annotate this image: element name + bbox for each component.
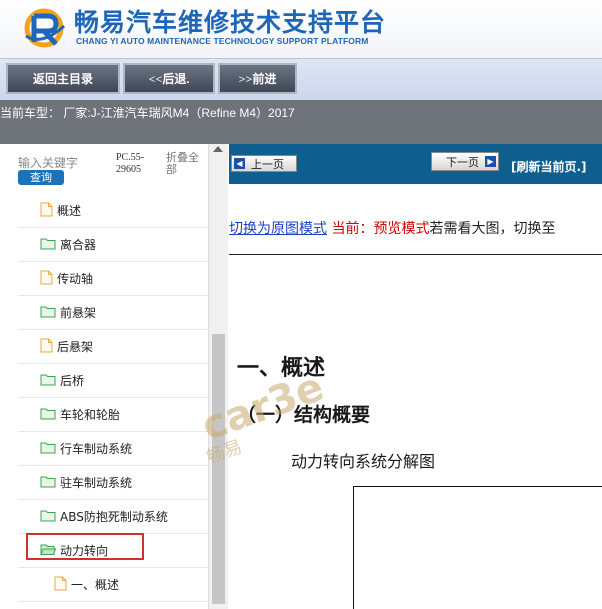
folder-icon (40, 441, 56, 457)
logo-icon (24, 8, 66, 48)
tree-item-label: 概述 (57, 204, 82, 218)
mode-note-text: 若需看大图，切换至 (429, 221, 556, 237)
tree-item-label: 车轮和轮胎 (60, 408, 121, 422)
folder-icon (40, 509, 56, 525)
folder-icon (40, 407, 56, 423)
current-mode-text: 当前：预览模式 (331, 221, 430, 237)
app-header: 畅易汽车维修技术支持平台 CHANG YI AUTO MAINTENANCE T… (0, 0, 602, 58)
folder-icon (40, 373, 56, 389)
toolbar: 返回主目录 <<后退. >>前进 (0, 58, 602, 100)
refresh-page-link[interactable]: [刷新当前页.] (511, 158, 587, 175)
current-vehicle-bar: 当前车型： 厂家:J-江淮汽车瑞风M4（Refine M4）2017 (0, 100, 602, 144)
scroll-up-icon[interactable] (213, 146, 223, 152)
page-nav-bar: ◀ 上一页 下一页 ▶ [刷新当前页.] (229, 144, 602, 184)
folder-icon (40, 475, 56, 491)
current-vehicle-text: 当前车型： 厂家:J-江淮汽车瑞风M4（Refine M4）2017 (0, 106, 295, 120)
tree-item[interactable]: 二、故障诊断 (18, 602, 208, 609)
tree-item[interactable]: 概述 (18, 194, 208, 228)
switch-original-mode-link[interactable]: 切换为原图模式 (229, 221, 327, 237)
document-icon (40, 202, 53, 220)
tree-item[interactable]: 后桥 (18, 364, 208, 398)
tree-item[interactable]: 一、概述 (18, 568, 208, 602)
forward-button[interactable]: >>前进 (218, 63, 297, 94)
tree-item-label: 一、概述 (71, 578, 120, 592)
prev-page-button[interactable]: ◀ 上一页 (231, 155, 297, 172)
folder-icon (40, 305, 56, 321)
document-icon (54, 576, 67, 594)
tree-item[interactable]: 后悬架 (18, 330, 208, 364)
back-button[interactable]: <<后退. (123, 63, 215, 94)
keyword-input[interactable]: 输入关键字 (18, 154, 78, 171)
tree-item[interactable]: 传动轴 (18, 262, 208, 296)
tree-item-label: 前悬架 (60, 306, 97, 320)
tree-item-label: 行车制动系统 (60, 442, 133, 456)
tree-item-label: ABS防抱死制动系统 (60, 510, 168, 524)
tree-item[interactable]: ABS防抱死制动系统 (18, 500, 208, 534)
document-icon (40, 270, 53, 288)
mode-line: 切换为原图模式 当前：预览模式若需看大图，切换至 (229, 218, 602, 238)
next-page-label: 下一页 (446, 155, 479, 169)
content-divider (229, 254, 602, 255)
tree-item[interactable]: 驻车制动系统 (18, 466, 208, 500)
tree-item[interactable]: 前悬架 (18, 296, 208, 330)
prev-page-label: 上一页 (251, 157, 284, 171)
arrow-left-icon: ◀ (234, 158, 245, 169)
tree-item[interactable]: 车轮和轮胎 (18, 398, 208, 432)
search-area: 输入关键字 查询 PC.55-29605 折叠全部 (0, 144, 210, 194)
query-button[interactable]: 查询 (18, 170, 64, 185)
folder-icon (40, 237, 56, 253)
tree-item-label: 传动轴 (57, 272, 94, 286)
tree-item-label: 后桥 (60, 374, 85, 388)
exploded-diagram-frame (353, 486, 602, 609)
figure-caption: 动力转向系统分解图 (291, 452, 436, 471)
selected-item-highlight (26, 533, 144, 560)
pc-code: PC.55-29605 (116, 152, 145, 175)
app-title: 畅易汽车维修技术支持平台 (74, 8, 387, 37)
collapse-all-link[interactable]: 折叠全部 (166, 152, 206, 176)
tree-item-label: 离合器 (60, 238, 97, 252)
tree-item-label: 后悬架 (57, 340, 94, 354)
home-button[interactable]: 返回主目录 (6, 63, 120, 94)
tree-item-label: 驻车制动系统 (60, 476, 133, 490)
app-subtitle: CHANG YI AUTO MAINTENANCE TECHNOLOGY SUP… (76, 36, 369, 46)
document-icon (40, 338, 53, 356)
tree-item[interactable]: 离合器 (18, 228, 208, 262)
tree-item[interactable]: 行车制动系统 (18, 432, 208, 466)
next-page-button[interactable]: 下一页 ▶ (431, 152, 499, 171)
scroll-thumb[interactable] (212, 334, 225, 604)
arrow-right-icon: ▶ (485, 156, 496, 167)
sidebar-scrollbar[interactable] (208, 144, 228, 609)
